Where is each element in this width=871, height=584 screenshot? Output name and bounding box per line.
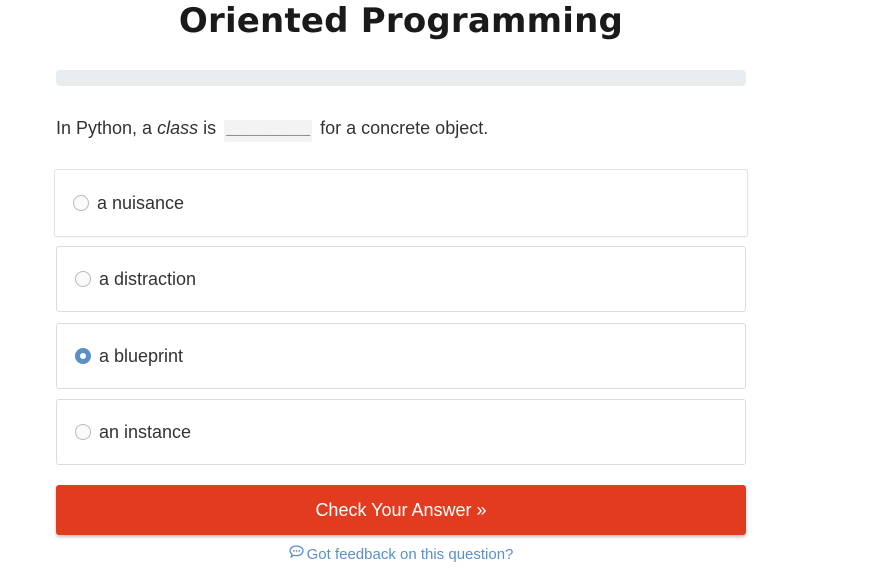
radio-button-selected[interactable] xyxy=(75,348,91,364)
question-middle: is xyxy=(198,118,222,138)
question-text: In Python, a class is __________ for a c… xyxy=(56,116,746,142)
answer-option-a-blueprint[interactable]: a blueprint xyxy=(56,323,746,389)
radio-button[interactable] xyxy=(75,424,91,440)
answer-option-label: a distraction xyxy=(99,268,197,289)
answer-option-label: an instance xyxy=(99,421,192,442)
answer-option-label: a nuisance xyxy=(97,192,185,213)
speech-bubble-icon xyxy=(288,544,304,564)
feedback-link-label[interactable]: Got feedback on this question? xyxy=(307,546,514,563)
answer-option-label: a blueprint xyxy=(99,345,184,366)
question-blank: __________ xyxy=(224,120,313,142)
radio-button[interactable] xyxy=(73,195,89,211)
answer-option-an-instance[interactable]: an instance xyxy=(56,399,746,465)
page-title: Oriented Programming xyxy=(178,1,624,41)
question-emphasis: class xyxy=(157,118,199,138)
check-answer-button[interactable]: Check Your Answer » xyxy=(56,485,746,535)
radio-button[interactable] xyxy=(75,271,91,287)
question-suffix: for a concrete object. xyxy=(315,118,489,138)
answer-option-a-distraction[interactable]: a distraction xyxy=(56,246,746,312)
progress-bar xyxy=(56,70,746,86)
feedback-link[interactable]: Got feedback on this question? xyxy=(56,544,746,565)
quiz-page: Oriented Programming In Python, a class … xyxy=(0,0,871,584)
answer-option-a-nuisance[interactable]: a nuisance xyxy=(54,169,748,237)
question-prefix: In Python, a xyxy=(56,118,158,138)
